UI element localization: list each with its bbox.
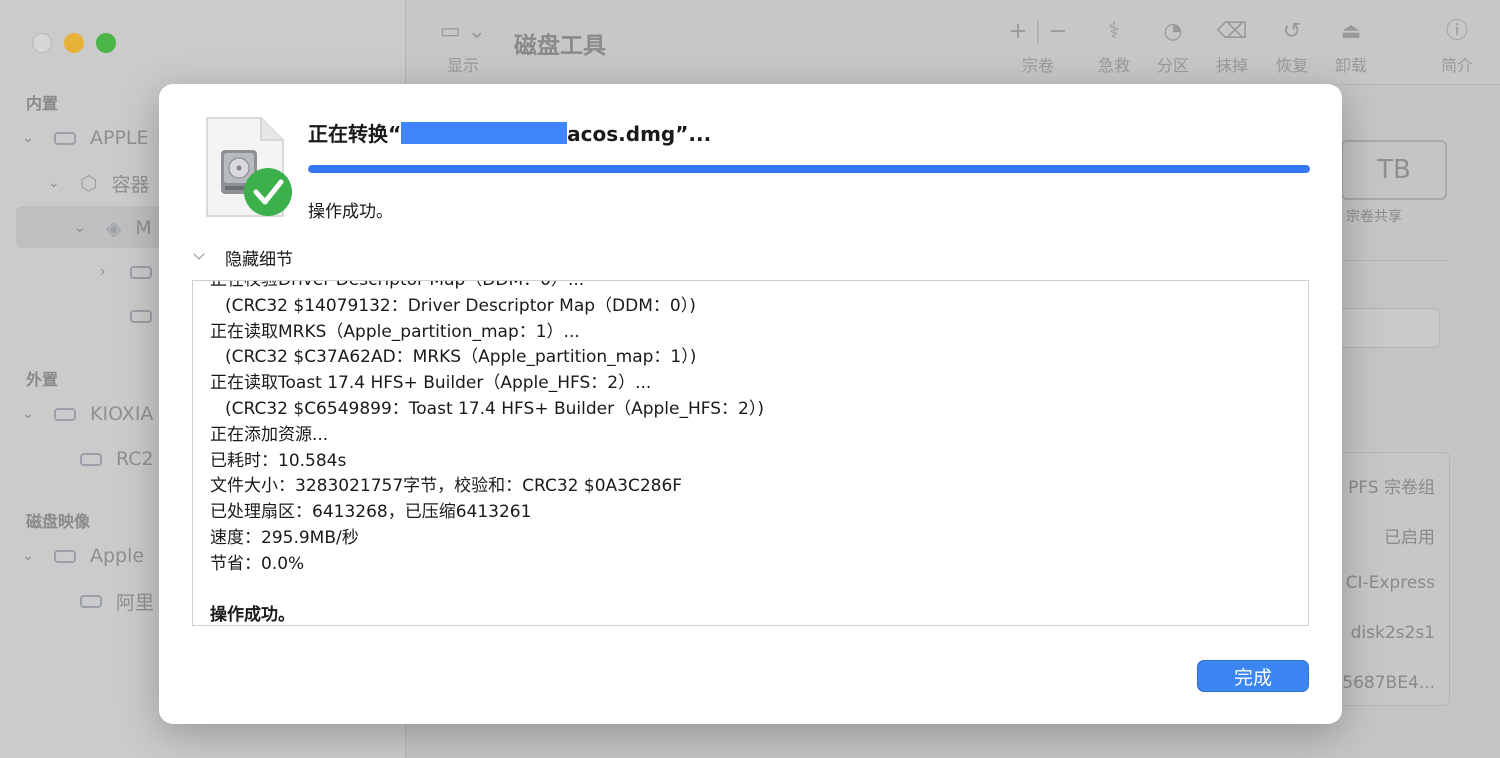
erase-disk-icon: ⌫ (1216, 19, 1248, 44)
info-table-cell: PFS 宗卷组 (1348, 478, 1435, 498)
info-table-cell: disk2s2s1 (1350, 623, 1435, 643)
checkmark-circle-icon (244, 168, 292, 216)
hide-details-toggle[interactable]: 隐藏细节 (193, 245, 293, 270)
sidebar-item-label: 阿里 (116, 591, 155, 614)
sidebar-item-apple-disk[interactable]: ⌄ APPLE (22, 118, 149, 158)
chevron-down-icon[interactable]: ⌄ (22, 548, 40, 564)
redacted-filename (401, 122, 568, 144)
sidebar-item-aliyun[interactable]: 阿里 (68, 581, 154, 621)
chevron-down-icon[interactable]: ⌄ (74, 220, 92, 236)
info-button[interactable]: ⓘ 简介 (1432, 16, 1482, 76)
sidebar-item-label: Apple (90, 545, 145, 567)
log-line: 节省：0.0% (210, 553, 305, 574)
details-toggle-label: 隐藏细节 (225, 250, 293, 270)
sidebar-item-label: RC2 (116, 448, 154, 470)
disk-image-icon (54, 549, 76, 563)
chevron-down-icon[interactable]: ⌄ (22, 130, 40, 146)
volume-disk-icon (80, 452, 102, 466)
sidebar-item-apple-image[interactable]: ⌄ Apple (22, 536, 144, 576)
sidebar-item-label: KIOXIA (90, 403, 154, 425)
info-table-cell: CI-Express (1345, 573, 1435, 593)
volume-disk-icon (130, 309, 152, 323)
dialog-title: 正在转换“ acos.dmg”... (308, 122, 712, 146)
capacity-box: TB (1341, 140, 1447, 200)
restore-button[interactable]: ↺ 恢复 (1267, 16, 1317, 76)
log-line: (CRC32 $C37A62AD：MRKS（Apple_partition_ma… (225, 347, 697, 368)
log-line: 正在读取MRKS（Apple_partition_map：1）... (210, 321, 580, 342)
container-cube-icon: ⬡ (80, 171, 98, 195)
log-line: 正在校验Driver Descriptor Map（DDM：0）... (210, 280, 585, 290)
chevron-down-icon[interactable]: ⌄ (48, 175, 66, 191)
usage-bar (1338, 308, 1440, 348)
log-line: 文件大小：3283021757字节，校验和：CRC32 $0A3C286F (210, 476, 683, 497)
sidebar-item-kioxia[interactable]: ⌄ KIOXIA (22, 394, 153, 434)
external-disk-icon (54, 407, 76, 421)
sidebar-item-volume[interactable]: › (100, 252, 166, 292)
sidebar-toggle-icon: ▭ ⌄ (439, 19, 487, 44)
chevron-down-icon[interactable]: ⌄ (22, 406, 40, 422)
toolbar: ▭ ⌄ 显示 磁盘工具 + | − 宗卷 ⚕ 急救 ◔ 分区 ⌫ 抹掉 ↺ 恢复… (406, 0, 1500, 85)
erase-button[interactable]: ⌫ 抹掉 (1207, 16, 1257, 76)
conversion-progress-bar (308, 165, 1310, 173)
internal-disk-icon (54, 131, 76, 145)
app-title: 磁盘工具 (514, 33, 606, 59)
sidebar-section-external: 外置 (26, 370, 59, 389)
pie-chart-icon: ◔ (1163, 19, 1183, 44)
sidebar-item-volume-group[interactable]: ⌄ ◈ M (74, 208, 152, 248)
progress-fill (308, 165, 1310, 173)
minimize-window-button[interactable] (64, 33, 84, 53)
stethoscope-icon: ⚕ (1108, 19, 1120, 44)
log-line: (CRC32 $C6549899：Toast 17.4 HFS+ Builder… (225, 398, 764, 419)
conversion-dialog: 正在转换“ acos.dmg”... 操作成功。 隐藏细节 正在校验Driver … (159, 84, 1342, 724)
status-text: 操作成功。 (308, 202, 393, 222)
chevron-right-icon[interactable]: › (100, 264, 118, 280)
eject-icon: ⏏ (1340, 19, 1362, 44)
sidebar-item-rc2[interactable]: RC2 (68, 439, 154, 479)
info-table-cell: 已启用 (1384, 528, 1435, 548)
zoom-window-button[interactable] (96, 33, 116, 53)
log-line: 已处理扇区：6413268，已压缩6413261 (210, 502, 532, 523)
view-button[interactable]: ▭ ⌄ 显示 (438, 16, 488, 76)
sidebar-section-disk-images: 磁盘映像 (26, 512, 91, 531)
sidebar-item-label: M (135, 217, 152, 239)
sidebar-item-label: APPLE (90, 127, 149, 149)
divider (1338, 260, 1450, 261)
log-line: (CRC32 $14079132：Driver Descriptor Map（D… (225, 295, 696, 316)
details-log[interactable]: 正在校验Driver Descriptor Map（DDM：0）... (CRC3… (192, 280, 1309, 626)
log-line: 正在添加资源... (210, 424, 329, 445)
done-button[interactable]: 完成 (1197, 660, 1309, 692)
volume-stack-icon: ◈ (106, 216, 122, 240)
info-table: PFS 宗卷组 已启用 CI-Express disk2s2s1 5687BE4… (1338, 452, 1450, 706)
first-aid-button[interactable]: ⚕ 急救 (1089, 16, 1139, 76)
sidebar-item-label: 容器 (111, 173, 150, 196)
unmount-button[interactable]: ⏏ 卸载 (1326, 16, 1376, 76)
close-window-button[interactable] (32, 33, 52, 53)
volume-add-remove-button[interactable]: + | − 宗卷 (998, 16, 1078, 76)
log-line: 正在读取Toast 17.4 HFS+ Builder（Apple_HFS：2）… (210, 373, 652, 394)
restore-arrow-icon: ↺ (1282, 19, 1302, 44)
log-content: 正在校验Driver Descriptor Map（DDM：0）... (CRC3… (210, 280, 764, 626)
minus-icon[interactable]: − (1049, 19, 1067, 44)
info-table-cell: 5687BE4... (1342, 673, 1435, 693)
info-icon: ⓘ (1445, 19, 1468, 44)
log-line: 操作成功。 (210, 605, 295, 626)
sidebar-item-container[interactable]: ⌄ ⬡ 容器 (48, 163, 149, 203)
log-line: 速度：295.9MB/秒 (210, 527, 359, 548)
volume-disk-icon (80, 594, 102, 608)
volume-disk-icon (130, 265, 152, 279)
chevron-down-icon[interactable] (193, 251, 207, 265)
sidebar-section-internal: 内置 (26, 94, 59, 113)
disk-image-document-icon (206, 117, 292, 217)
log-line: 已耗时：10.584s (210, 450, 347, 471)
capacity-caption: 宗卷共享 (1346, 209, 1402, 225)
partition-button[interactable]: ◔ 分区 (1148, 16, 1198, 76)
plus-icon[interactable]: + (1009, 19, 1027, 44)
